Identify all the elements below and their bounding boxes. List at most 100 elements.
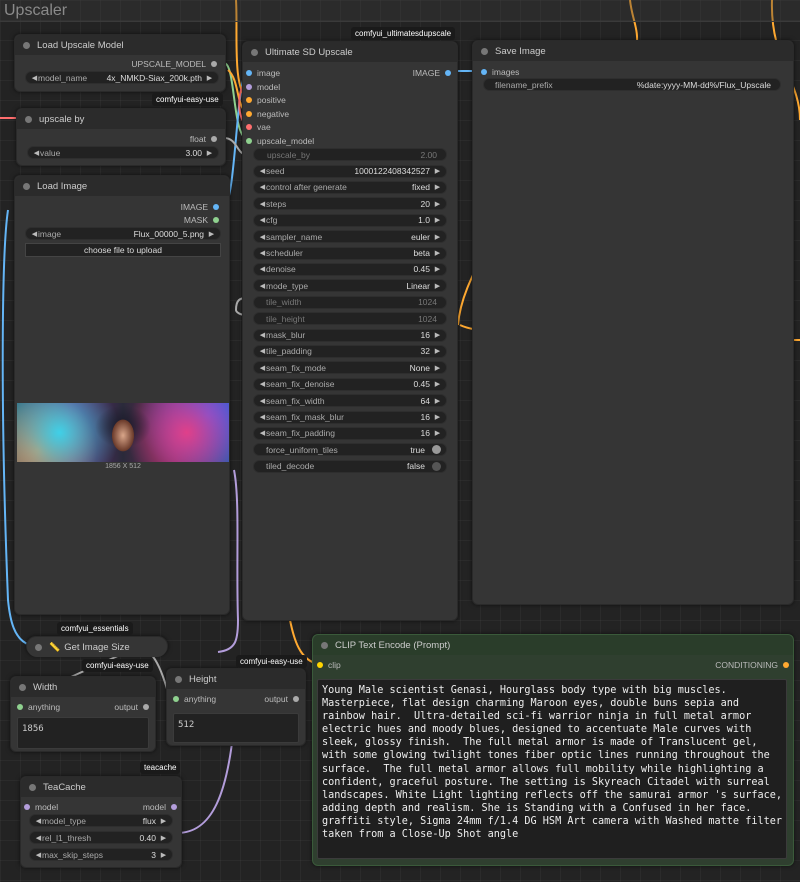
right-arrow-icon[interactable]: ▶	[160, 834, 167, 842]
input-anything[interactable]: anything	[173, 693, 216, 705]
seam-fix-mode-widget[interactable]: ◀ seam_fix_mode None ▶	[253, 361, 447, 375]
left-arrow-icon[interactable]: ◀	[33, 149, 40, 157]
input-upscale-model[interactable]: upscale_model	[246, 135, 314, 147]
right-arrow-icon[interactable]: ▶	[208, 230, 215, 238]
output-conditioning[interactable]: CONDITIONING	[715, 659, 789, 671]
input-anything[interactable]: anything	[17, 701, 60, 713]
input-model[interactable]: model	[246, 81, 280, 93]
collapse-dot-icon[interactable]	[23, 182, 30, 190]
tile-height-widget[interactable]: tile_height 1024	[253, 312, 447, 326]
collapse-dot-icon[interactable]	[25, 115, 32, 123]
input-slot-icon[interactable]	[24, 804, 30, 810]
left-arrow-icon[interactable]: ◀	[259, 413, 266, 421]
width-node[interactable]: Width anything output 1856	[10, 676, 156, 752]
collapse-dot-icon[interactable]	[175, 675, 182, 683]
group-title[interactable]: Upscaler	[0, 0, 800, 22]
output-mask[interactable]: MASK	[184, 214, 219, 226]
right-arrow-icon[interactable]: ▶	[160, 851, 167, 859]
value-number-widget[interactable]: ◀ value 3.00 ▶	[27, 146, 219, 159]
upscale-by-node[interactable]: upscale by float ◀ value 3.00 ▶	[16, 108, 226, 166]
left-arrow-icon[interactable]: ◀	[259, 200, 266, 208]
model-type-widget[interactable]: ◀ model_type flux ▶	[29, 814, 173, 827]
output-slot-icon[interactable]	[171, 804, 177, 810]
input-slot-icon[interactable]	[246, 110, 252, 117]
right-arrow-icon[interactable]: ▶	[434, 380, 441, 388]
seam-fix-width-widget[interactable]: ◀ seam_fix_width 64 ▶	[253, 394, 447, 408]
right-arrow-icon[interactable]: ▶	[434, 249, 441, 257]
output-float[interactable]: float	[190, 133, 217, 145]
teacache-node[interactable]: TeaCache model model ◀ model_type flux ▶ ◀ re…	[20, 776, 182, 868]
width-value-display[interactable]: 1856	[17, 717, 149, 749]
right-arrow-icon[interactable]: ▶	[434, 413, 441, 421]
prompt-textarea[interactable]: Young Male scientist Genasi, Hourglass b…	[317, 679, 787, 859]
left-arrow-icon[interactable]: ◀	[259, 265, 266, 273]
output-model[interactable]: model	[143, 801, 177, 813]
input-slot-icon[interactable]	[246, 70, 252, 76]
collapse-dot-icon[interactable]	[29, 783, 36, 791]
output-slot-icon[interactable]	[445, 70, 451, 76]
input-slot-icon[interactable]	[246, 83, 252, 90]
toggle-knob-icon[interactable]	[432, 445, 441, 455]
right-arrow-icon[interactable]: ▶	[206, 149, 213, 157]
left-arrow-icon[interactable]: ◀	[259, 364, 266, 372]
seam-fix-denoise-widget[interactable]: ◀ seam_fix_denoise 0.45 ▶	[253, 377, 447, 391]
tile-width-widget[interactable]: tile_width 1024	[253, 295, 447, 309]
input-clip[interactable]: clip	[317, 659, 341, 671]
input-vae[interactable]: vae	[246, 121, 271, 133]
left-arrow-icon[interactable]: ◀	[259, 282, 266, 290]
input-image[interactable]: image	[246, 67, 280, 79]
left-arrow-icon[interactable]: ◀	[259, 233, 266, 241]
left-arrow-icon[interactable]: ◀	[259, 429, 266, 437]
output-slot-icon[interactable]	[293, 696, 299, 702]
steps-widget[interactable]: ◀ steps 20 ▶	[253, 197, 447, 211]
input-slot-icon[interactable]	[173, 696, 179, 702]
image-combo[interactable]: ◀ image Flux_00000_5.png ▶	[25, 227, 221, 240]
load-image-node[interactable]: Load Image IMAGE MASK ◀ image Flux_00000…	[14, 175, 230, 615]
left-arrow-icon[interactable]: ◀	[35, 817, 42, 825]
seam-fix-padding-widget[interactable]: ◀ seam_fix_padding 16 ▶	[253, 426, 447, 440]
height-value-display[interactable]: 512	[173, 713, 299, 743]
input-model[interactable]: model	[24, 801, 58, 813]
right-arrow-icon[interactable]: ▶	[434, 364, 441, 372]
right-arrow-icon[interactable]: ▶	[160, 817, 167, 825]
left-arrow-icon[interactable]: ◀	[259, 347, 266, 355]
left-arrow-icon[interactable]: ◀	[31, 74, 38, 82]
output-slot-icon[interactable]	[213, 204, 219, 210]
tiled-decode-widget[interactable]: tiled_decode false	[253, 459, 447, 473]
right-arrow-icon[interactable]: ▶	[434, 216, 441, 224]
choose-file-button[interactable]: choose file to upload	[25, 243, 221, 257]
collapse-dot-icon[interactable]	[35, 643, 42, 651]
control-after-generate-widget[interactable]: ◀ control after generate fixed ▶	[253, 180, 447, 194]
cfg-widget[interactable]: ◀ cfg 1.0 ▶	[253, 213, 447, 227]
left-arrow-icon[interactable]: ◀	[31, 230, 38, 238]
clip-text-encode-node[interactable]: CLIP Text Encode (Prompt) clip CONDITION…	[312, 634, 794, 866]
left-arrow-icon[interactable]: ◀	[259, 380, 266, 388]
max-skip-steps-widget[interactable]: ◀ max_skip_steps 3 ▶	[29, 848, 173, 861]
seed-widget[interactable]: ◀ seed 1000122408342527 ▶	[253, 164, 447, 178]
mode-type-widget[interactable]: ◀ mode_type Linear ▶	[253, 279, 447, 293]
input-slot-icon[interactable]	[246, 97, 252, 104]
input-slot-icon[interactable]	[246, 124, 252, 131]
model-name-combo[interactable]: ◀ model_name 4x_NMKD-Siax_200k.pth ▶	[25, 71, 219, 84]
upscale-by-widget[interactable]: upscale_by 2.00	[253, 148, 447, 161]
left-arrow-icon[interactable]: ◀	[259, 249, 266, 257]
output-slot-icon[interactable]	[211, 136, 217, 142]
load-upscale-model-node[interactable]: Load Upscale Model UPSCALE_MODEL ◀ model…	[14, 34, 226, 92]
right-arrow-icon[interactable]: ▶	[434, 233, 441, 241]
left-arrow-icon[interactable]: ◀	[259, 331, 266, 339]
mask-blur-widget[interactable]: ◀ mask_blur 16 ▶	[253, 328, 447, 342]
input-slot-icon[interactable]	[17, 704, 23, 710]
right-arrow-icon[interactable]: ▶	[434, 331, 441, 339]
collapse-dot-icon[interactable]	[23, 41, 30, 49]
output-slot-icon[interactable]	[213, 217, 219, 223]
force-uniform-tiles-widget[interactable]: force_uniform_tiles true	[253, 443, 447, 457]
right-arrow-icon[interactable]: ▶	[434, 429, 441, 437]
output-image[interactable]: IMAGE	[413, 67, 451, 79]
output-slot-icon[interactable]	[143, 704, 149, 710]
filename-prefix-widget[interactable]: filename_prefix %date:yyyy-MM-dd%/Flux_U…	[483, 78, 781, 91]
input-negative[interactable]: negative	[246, 108, 289, 120]
left-arrow-icon[interactable]: ◀	[259, 216, 266, 224]
right-arrow-icon[interactable]: ▶	[434, 282, 441, 290]
output-upscale-model[interactable]: UPSCALE_MODEL	[131, 58, 217, 70]
collapse-dot-icon[interactable]	[321, 641, 328, 649]
